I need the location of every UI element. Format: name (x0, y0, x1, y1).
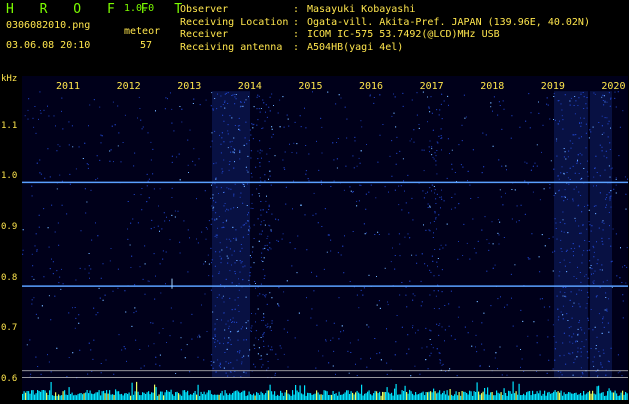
info-row-antenna: Receiving antenna : A504HB(yagi 4el) (180, 42, 590, 55)
info-value: ICOM IC-575 53.7492(@LCD)MHz USB (307, 29, 500, 40)
info-label: Receiving antenna (180, 41, 283, 53)
x-tick-label: 2015 (298, 81, 322, 92)
x-tick-label: 2018 (480, 81, 504, 92)
y-tick-label: 0.7 (1, 323, 18, 334)
info-separator: : (293, 4, 300, 15)
info-label: Observer (180, 4, 229, 15)
x-tick-label: 2016 (359, 81, 383, 92)
x-tick-label: 2020 (601, 81, 625, 92)
meteor-count: 57 (140, 40, 153, 51)
y-tick-label: 1.0 (1, 171, 18, 182)
spectrogram-background (22, 76, 628, 400)
info-row-observer: Observer : Masayuki Kobayashi (180, 4, 590, 17)
info-value: Masayuki Kobayashi (307, 4, 416, 15)
burst-band (590, 91, 612, 378)
info-row-receiver: Receiver : ICOM IC-575 53.7492(@LCD)MHz … (180, 29, 590, 42)
y-tick-label: 0.6 (1, 373, 18, 384)
info-row-location: Receiving Location : Ogata-vill. Akita-P… (180, 17, 590, 30)
x-tick-label: 2012 (117, 81, 141, 92)
y-tick-label: 0.9 (1, 221, 18, 232)
x-tick-label: 2017 (420, 81, 444, 92)
y-axis-unit: kHz (1, 74, 18, 84)
timestamp: 03.06.08 20:10 (6, 40, 91, 51)
x-tick-label: 2013 (177, 81, 201, 92)
burst-band (554, 91, 588, 378)
info-separator: : (293, 29, 300, 40)
x-tick-label: 2014 (238, 81, 262, 92)
spectrogram: 2011 2012 2013 2014 2015 2016 2017 2018 2019 2020 (22, 76, 628, 400)
y-tick-label: 1.1 (1, 120, 18, 131)
x-tick-label: 2011 (56, 81, 80, 92)
info-label: Receiver (180, 29, 229, 40)
header: H R O F F T 1.0.0 0306082010.png meteor … (0, 0, 629, 72)
meteor-label: meteor (124, 26, 161, 37)
x-tick-label: 2019 (541, 81, 565, 92)
info-separator: : (293, 41, 300, 53)
y-tick-label: 0.8 (1, 272, 18, 283)
info-value: A504HB(yagi 4el) (307, 41, 404, 53)
info-value: Ogata-vill. Akita-Pref. JAPAN (139.96E, … (307, 16, 590, 28)
station-info: Observer : Masayuki Kobayashi Receiving … (180, 4, 590, 54)
app-title: H R O F F T (6, 2, 192, 17)
app-version: 1.0.0 (124, 3, 155, 14)
file-name: 0306082010.png (6, 20, 91, 31)
spectrogram-svg: 2011 2012 2013 2014 2015 2016 2017 2018 2019 2020 (22, 76, 628, 400)
burst-band (212, 91, 250, 378)
info-label: Receiving Location (180, 16, 289, 28)
info-separator: : (293, 16, 300, 28)
